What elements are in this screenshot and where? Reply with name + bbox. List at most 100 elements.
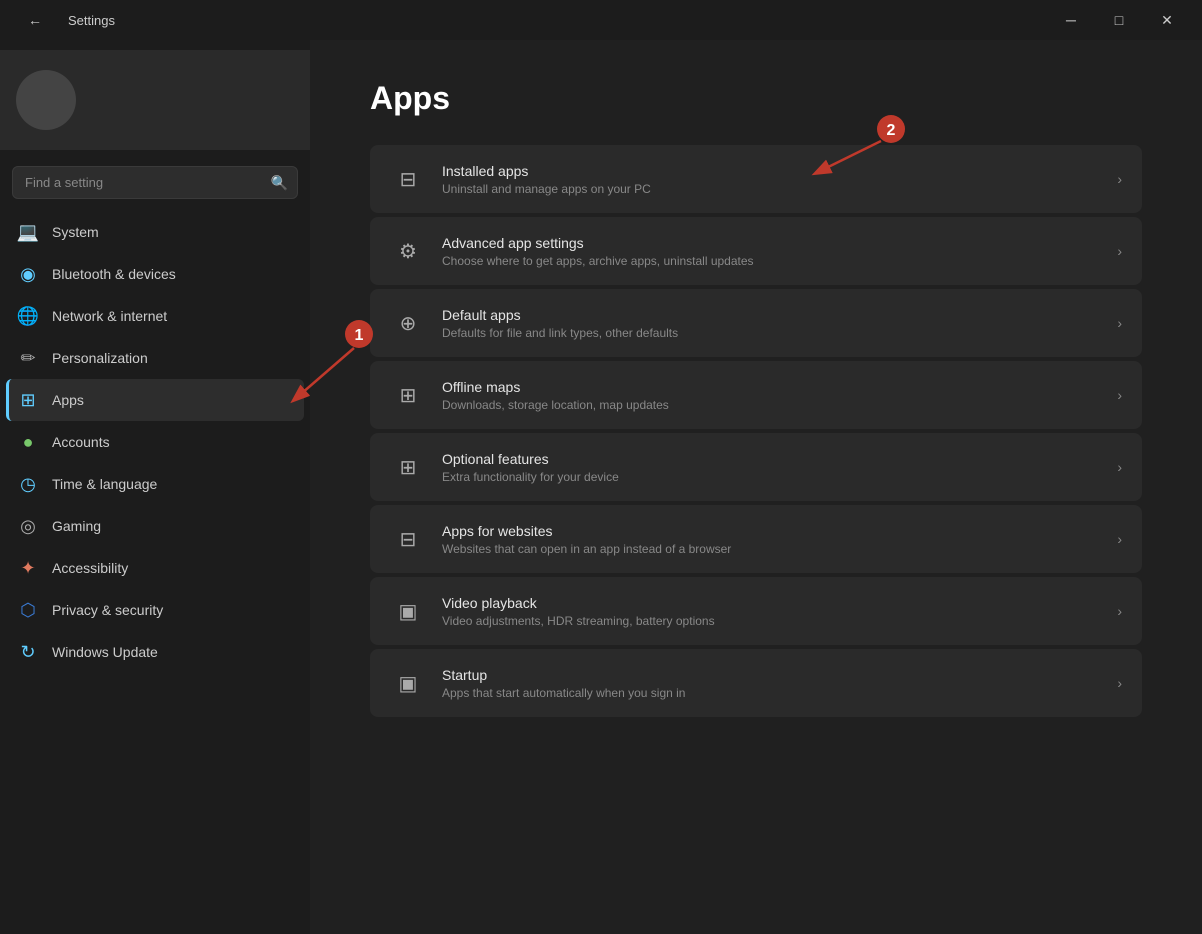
chevron-right-icon: › — [1117, 315, 1122, 331]
settings-item-optional-features[interactable]: ⊞ Optional features Extra functionality … — [370, 433, 1142, 501]
video-playback-icon: ▣ — [390, 593, 426, 629]
search-icon: 🔍 — [271, 174, 288, 191]
sidebar-item-privacy[interactable]: ⬡ Privacy & security — [6, 589, 304, 631]
chevron-right-icon: › — [1117, 675, 1122, 691]
offline-maps-text: Offline maps Downloads, storage location… — [442, 379, 1101, 412]
startup-text: Startup Apps that start automatically wh… — [442, 667, 1101, 700]
apps-icon: ⊞ — [18, 390, 38, 410]
network-icon: 🌐 — [18, 306, 38, 326]
sidebar-item-update[interactable]: ↻ Windows Update — [6, 631, 304, 673]
apps-for-websites-description: Websites that can open in an app instead… — [442, 542, 1101, 556]
settings-item-offline-maps[interactable]: ⊞ Offline maps Downloads, storage locati… — [370, 361, 1142, 429]
sidebar-item-label: Time & language — [52, 476, 157, 492]
apps-for-websites-text: Apps for websites Websites that can open… — [442, 523, 1101, 556]
startup-description: Apps that start automatically when you s… — [442, 686, 1101, 700]
chevron-right-icon: › — [1117, 387, 1122, 403]
sidebar-item-label: Network & internet — [52, 308, 167, 324]
sidebar-item-label: Windows Update — [52, 644, 158, 660]
sidebar-item-personalization[interactable]: ✏ Personalization — [6, 337, 304, 379]
sidebar-item-apps[interactable]: ⊞ Apps — [6, 379, 304, 421]
sidebar-item-accounts[interactable]: ● Accounts — [6, 421, 304, 463]
back-button[interactable]: ← — [12, 4, 58, 36]
settings-item-installed-apps[interactable]: ⊟ Installed apps Uninstall and manage ap… — [370, 145, 1142, 213]
settings-item-advanced-app-settings[interactable]: ⚙ Advanced app settings Choose where to … — [370, 217, 1142, 285]
settings-item-apps-for-websites[interactable]: ⊟ Apps for websites Websites that can op… — [370, 505, 1142, 573]
sidebar-item-label: Accounts — [52, 434, 110, 450]
settings-item-startup[interactable]: ▣ Startup Apps that start automatically … — [370, 649, 1142, 717]
maximize-button[interactable]: □ — [1096, 4, 1142, 36]
settings-list: ⊟ Installed apps Uninstall and manage ap… — [370, 145, 1142, 717]
titlebar-title: Settings — [68, 13, 115, 28]
accounts-icon: ● — [18, 432, 38, 452]
video-playback-description: Video adjustments, HDR streaming, batter… — [442, 614, 1101, 628]
chevron-right-icon: › — [1117, 459, 1122, 475]
video-playback-text: Video playback Video adjustments, HDR st… — [442, 595, 1101, 628]
titlebar-controls: ─ □ ✕ — [1048, 4, 1190, 36]
advanced-app-settings-icon: ⚙ — [390, 233, 426, 269]
close-button[interactable]: ✕ — [1144, 4, 1190, 36]
avatar — [16, 70, 76, 130]
sidebar-item-accessibility[interactable]: ✦ Accessibility — [6, 547, 304, 589]
offline-maps-icon: ⊞ — [390, 377, 426, 413]
personalization-icon: ✏ — [18, 348, 38, 368]
settings-item-default-apps[interactable]: ⊕ Default apps Defaults for file and lin… — [370, 289, 1142, 357]
sidebar: 🔍 💻 System ◉ Bluetooth & devices 🌐 Netwo… — [0, 40, 310, 934]
offline-maps-title: Offline maps — [442, 379, 1101, 395]
nav-list: 💻 System ◉ Bluetooth & devices 🌐 Network… — [0, 211, 310, 934]
optional-features-description: Extra functionality for your device — [442, 470, 1101, 484]
default-apps-text: Default apps Defaults for file and link … — [442, 307, 1101, 340]
sidebar-item-bluetooth[interactable]: ◉ Bluetooth & devices — [6, 253, 304, 295]
default-apps-description: Defaults for file and link types, other … — [442, 326, 1101, 340]
search-bar: 🔍 — [12, 166, 298, 199]
offline-maps-description: Downloads, storage location, map updates — [442, 398, 1101, 412]
minimize-button[interactable]: ─ — [1048, 4, 1094, 36]
advanced-app-settings-description: Choose where to get apps, archive apps, … — [442, 254, 1101, 268]
chevron-right-icon: › — [1117, 531, 1122, 547]
sidebar-item-label: Bluetooth & devices — [52, 266, 176, 282]
advanced-app-settings-text: Advanced app settings Choose where to ge… — [442, 235, 1101, 268]
sidebar-item-label: Privacy & security — [52, 602, 163, 618]
installed-apps-text: Installed apps Uninstall and manage apps… — [442, 163, 1101, 196]
installed-apps-title: Installed apps — [442, 163, 1101, 179]
default-apps-title: Default apps — [442, 307, 1101, 323]
installed-apps-description: Uninstall and manage apps on your PC — [442, 182, 1101, 196]
titlebar-left: ← Settings — [12, 4, 115, 36]
video-playback-title: Video playback — [442, 595, 1101, 611]
main-content: Apps ⊟ Installed apps Uninstall and mana… — [310, 40, 1202, 934]
update-icon: ↻ — [18, 642, 38, 662]
accessibility-icon: ✦ — [18, 558, 38, 578]
settings-item-video-playback[interactable]: ▣ Video playback Video adjustments, HDR … — [370, 577, 1142, 645]
user-avatar-area — [0, 50, 310, 150]
apps-for-websites-title: Apps for websites — [442, 523, 1101, 539]
content-area: 🔍 💻 System ◉ Bluetooth & devices 🌐 Netwo… — [0, 40, 1202, 934]
sidebar-item-label: Accessibility — [52, 560, 128, 576]
sidebar-item-time[interactable]: ◷ Time & language — [6, 463, 304, 505]
chevron-right-icon: › — [1117, 243, 1122, 259]
optional-features-text: Optional features Extra functionality fo… — [442, 451, 1101, 484]
installed-apps-icon: ⊟ — [390, 161, 426, 197]
gaming-icon: ◎ — [18, 516, 38, 536]
advanced-app-settings-title: Advanced app settings — [442, 235, 1101, 251]
settings-window: ← Settings ─ □ ✕ 🔍 💻 System ◉ Bluetooth … — [0, 0, 1202, 934]
default-apps-icon: ⊕ — [390, 305, 426, 341]
sidebar-item-label: System — [52, 224, 99, 240]
privacy-icon: ⬡ — [18, 600, 38, 620]
search-input[interactable] — [12, 166, 298, 199]
time-icon: ◷ — [18, 474, 38, 494]
sidebar-item-network[interactable]: 🌐 Network & internet — [6, 295, 304, 337]
startup-title: Startup — [442, 667, 1101, 683]
optional-features-title: Optional features — [442, 451, 1101, 467]
startup-icon: ▣ — [390, 665, 426, 701]
apps-for-websites-icon: ⊟ — [390, 521, 426, 557]
sidebar-item-gaming[interactable]: ◎ Gaming — [6, 505, 304, 547]
sidebar-item-label: Gaming — [52, 518, 101, 534]
optional-features-icon: ⊞ — [390, 449, 426, 485]
titlebar: ← Settings ─ □ ✕ — [0, 0, 1202, 40]
chevron-right-icon: › — [1117, 603, 1122, 619]
page-title: Apps — [370, 80, 1142, 117]
sidebar-item-label: Apps — [52, 392, 84, 408]
chevron-right-icon: › — [1117, 171, 1122, 187]
sidebar-item-label: Personalization — [52, 350, 148, 366]
sidebar-item-system[interactable]: 💻 System — [6, 211, 304, 253]
system-icon: 💻 — [18, 222, 38, 242]
